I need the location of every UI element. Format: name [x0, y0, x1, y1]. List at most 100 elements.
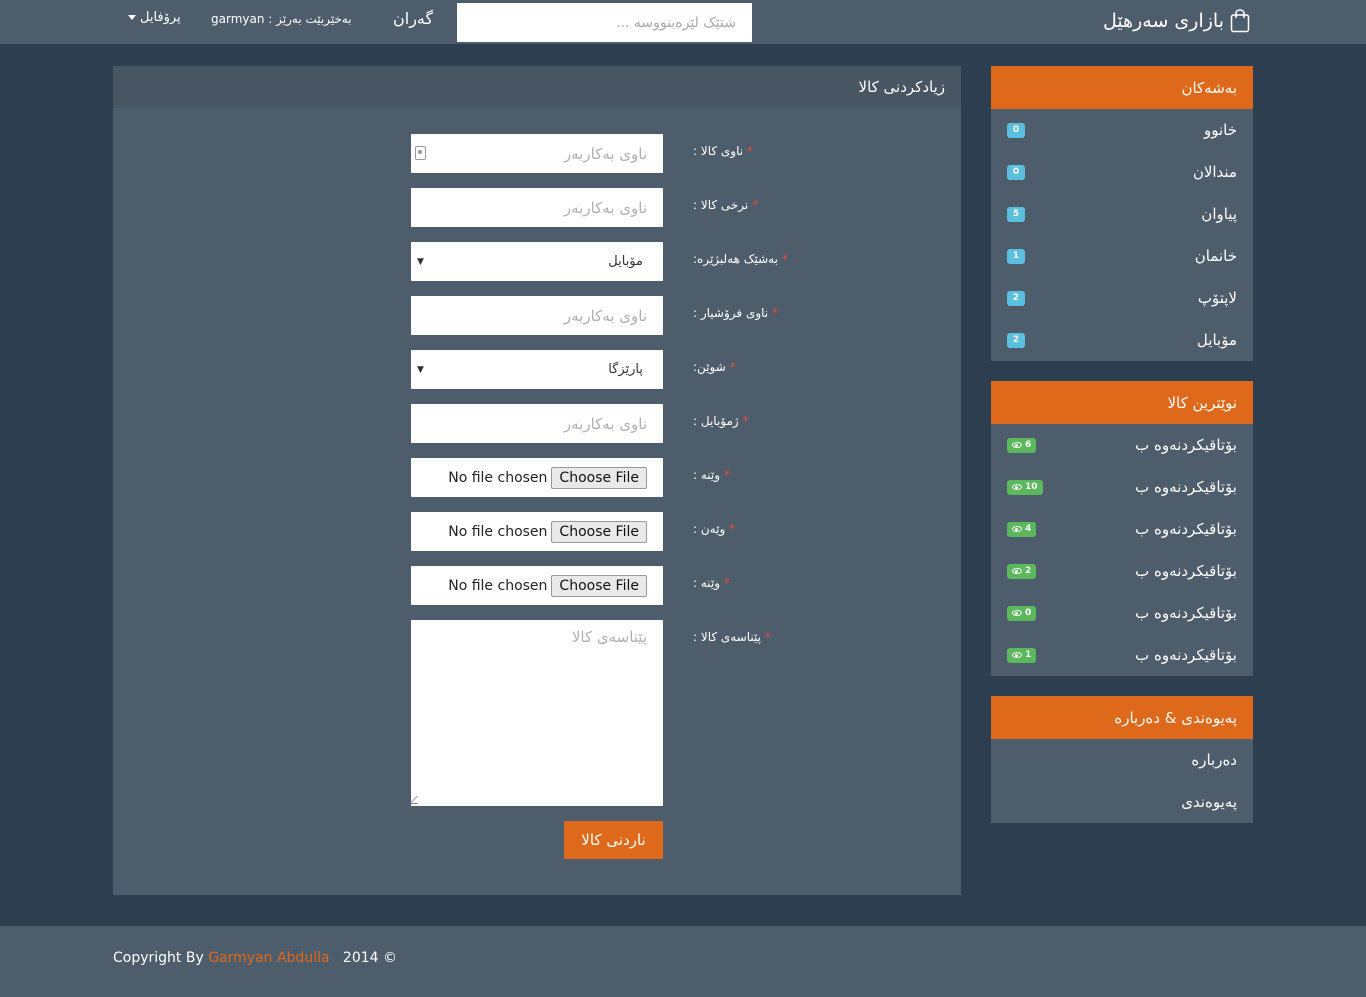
category-label: مۆبایل: [1196, 331, 1237, 349]
latest-product-label: بۆتاقیکردنەوە ب: [1135, 478, 1237, 496]
image-1-file-input: No file chosen Choose File: [411, 458, 663, 497]
field-label-text: وێەن :: [693, 522, 726, 536]
required-mark: *: [764, 630, 771, 644]
field-label-text: ژمۆبایل :: [693, 414, 739, 428]
latest-products-panel: نوێترین کالا 6 بۆتاقیکردنەوە ب 10 بۆتاقی…: [991, 381, 1253, 676]
eye-icon: [1012, 442, 1022, 448]
file-status: No file chosen: [448, 523, 548, 540]
about-label: دەربارە: [1191, 751, 1237, 769]
field-label: * پێناسەی کالا :: [693, 630, 771, 644]
contact-about-heading: پەیوەندی & دەربارە: [991, 696, 1253, 739]
field-label-text: وێنە :: [693, 468, 721, 482]
views-badge: 10: [1007, 479, 1043, 495]
top-navbar: بازاری سەرهێل گەران بەخێربێت بەرێز : gar…: [0, 0, 1366, 44]
latest-product-item[interactable]: 10 بۆتاقیکردنەوە ب: [991, 466, 1253, 508]
field-label-text: ناوی فرۆشیار :: [693, 306, 769, 320]
brand[interactable]: بازاری سەرهێل: [1100, 6, 1250, 36]
search-link[interactable]: گەران: [393, 9, 433, 28]
count-badge: 0: [1007, 164, 1025, 180]
author-link[interactable]: Garmyan Abdulla: [208, 950, 329, 966]
count-badge: 2: [1007, 332, 1025, 348]
profile-dropdown[interactable]: پرۆفایل: [128, 10, 181, 25]
category-label: خانمان: [1194, 247, 1237, 265]
views-count: 1: [1025, 649, 1032, 660]
price-field: [411, 188, 663, 227]
views-count: 10: [1025, 481, 1038, 492]
eye-icon: [1012, 652, 1022, 658]
required-mark: *: [723, 468, 730, 482]
description-field: [409, 620, 663, 806]
latest-product-item[interactable]: 4 بۆتاقیکردنەوە ب: [991, 508, 1253, 550]
views-badge: 0: [1007, 605, 1037, 621]
field-label-text: بەشێک هەلبژێرە:: [693, 252, 778, 266]
category-item[interactable]: 0 خانوو: [991, 109, 1253, 151]
category-item[interactable]: 5 پیاوان: [991, 193, 1253, 235]
footer: Copyright By Garmyan Abdulla 2014 ©: [0, 926, 1366, 997]
search-input[interactable]: [457, 3, 752, 42]
category-select[interactable]: ▼ مۆبایل: [411, 242, 663, 281]
views-count: 4: [1025, 523, 1032, 534]
required-mark: *: [771, 306, 778, 320]
field-label: * نرخی کالا :: [693, 198, 758, 212]
required-mark: *: [742, 414, 749, 428]
latest-product-item[interactable]: 2 بۆتاقیکردنەوە ب: [991, 550, 1253, 592]
category-item[interactable]: 0 مندالان: [991, 151, 1253, 193]
field-label: * ناوی فرۆشیار :: [693, 306, 778, 320]
field-label-text: ناوی کالا :: [693, 144, 744, 158]
count-badge: 1: [1007, 248, 1025, 264]
choose-file-button[interactable]: Choose File: [551, 466, 647, 489]
views-count: 6: [1025, 439, 1032, 450]
field-label: * وێنە :: [693, 468, 730, 482]
field-label: * بەشێک هەلبژێرە:: [693, 252, 788, 266]
product-name-field: [411, 134, 663, 173]
seller-name-input[interactable]: [411, 296, 663, 335]
price-input[interactable]: [411, 188, 663, 227]
field-label-text: پێناسەی کالا :: [693, 630, 762, 644]
required-mark: *: [752, 198, 759, 212]
latest-product-label: بۆتاقیکردنەوە ب: [1135, 646, 1237, 664]
copyright-text: Copyright By Garmyan Abdulla 2014 ©: [113, 950, 397, 966]
views-badge: 4: [1007, 521, 1037, 537]
field-label: * ناوی کالا :: [693, 144, 753, 158]
image-3-file-input: No file chosen Choose File: [411, 566, 663, 605]
panel-heading: زیادکردنی کالا: [113, 66, 961, 108]
count-badge: 2: [1007, 290, 1025, 306]
description-textarea[interactable]: [411, 620, 663, 806]
choose-file-button[interactable]: Choose File: [551, 520, 647, 543]
views-badge: 2: [1007, 563, 1037, 579]
required-mark: *: [781, 252, 788, 266]
location-select[interactable]: ▼ پارێزگا: [411, 350, 663, 389]
categories-heading: بەشەکان: [991, 66, 1253, 109]
categories-panel: بەشەکان 0 خانوو 0 مندالان 5 پیاوان 1 خان…: [991, 66, 1253, 361]
latest-product-label: بۆتاقیکردنەوە ب: [1135, 436, 1237, 454]
category-item[interactable]: 1 خانمان: [991, 235, 1253, 277]
category-item[interactable]: 2 لاپتۆپ: [991, 277, 1253, 319]
dropdown-arrow-icon: ▼: [417, 364, 424, 375]
category-item[interactable]: 2 مۆبایل: [991, 319, 1253, 361]
submit-product-button[interactable]: ناردنی کالا: [564, 821, 663, 859]
category-label: مندالان: [1192, 163, 1237, 181]
latest-product-item[interactable]: 0 بۆتاقیکردنەوە ب: [991, 592, 1253, 634]
seller-name-field: [411, 296, 663, 335]
latest-product-item[interactable]: 6 بۆتاقیکردنەوە ب: [991, 424, 1253, 466]
category-label: پیاوان: [1201, 205, 1237, 223]
contact-about-panel: پەیوەندی & دەربارە دەربارە پەیوەندی: [991, 696, 1253, 823]
latest-product-item[interactable]: 1 بۆتاقیکردنەوە ب: [991, 634, 1253, 676]
file-status: No file chosen: [448, 577, 548, 594]
contact-label: پەیوەندی: [1181, 793, 1237, 811]
views-badge: 1: [1007, 647, 1037, 663]
product-name-input[interactable]: [411, 134, 663, 173]
latest-product-label: بۆتاقیکردنەوە ب: [1135, 520, 1237, 538]
choose-file-button[interactable]: Choose File: [551, 574, 647, 597]
views-count: 0: [1025, 607, 1032, 618]
required-mark: *: [729, 360, 736, 374]
mobile-input[interactable]: [411, 404, 663, 443]
contact-link[interactable]: پەیوەندی: [991, 781, 1253, 823]
about-link[interactable]: دەربارە: [991, 739, 1253, 781]
count-badge: 5: [1007, 206, 1025, 222]
search-box: [457, 3, 752, 42]
field-label: * ژمۆبایل :: [693, 414, 749, 428]
image-2-file-input: No file chosen Choose File: [411, 512, 663, 551]
views-count: 2: [1025, 565, 1032, 576]
category-label: لاپتۆپ: [1197, 289, 1237, 307]
